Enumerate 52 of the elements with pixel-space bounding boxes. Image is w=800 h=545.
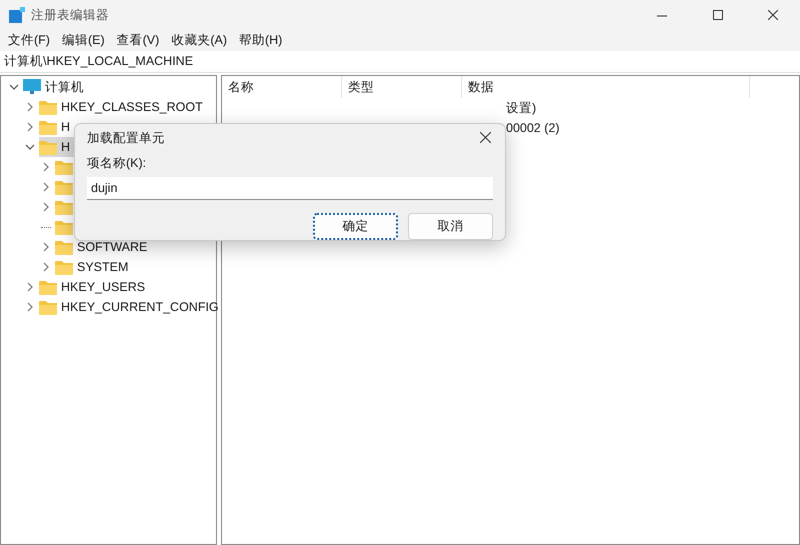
field-label: 项名称(K):: [87, 154, 148, 172]
value-data: 00002 (2): [506, 120, 560, 137]
tree-item-label: HKEY_CLASSES_ROOT: [61, 98, 203, 116]
dialog-title: 加载配置单元: [87, 130, 165, 147]
tree-item[interactable]: HKEY_CURRENT_CONFIG: [39, 297, 223, 317]
tree-item[interactable]: SYSTEM: [55, 257, 132, 277]
tree-item-label: HKEY_USERS: [61, 278, 146, 296]
computer-icon: [23, 79, 41, 95]
folder-icon: [55, 260, 73, 274]
chevron-down-icon[interactable]: [9, 82, 19, 92]
dialog-button[interactable]: 确定: [313, 213, 398, 240]
dialog-button[interactable]: 取消: [408, 213, 493, 240]
tree-item[interactable]: HKEY_USERS: [39, 277, 150, 297]
app-icon: [9, 7, 25, 23]
address-bar[interactable]: 计算机\HKEY_LOCAL_MACHINE: [0, 51, 800, 73]
tree-item[interactable]: SOFTWARE: [55, 237, 152, 257]
tree-item-label: SYSTEM: [77, 258, 128, 276]
maximize-icon[interactable]: [713, 10, 723, 20]
folder-icon: [55, 200, 73, 214]
menu-item[interactable]: 查看(V): [110, 31, 166, 50]
input-field[interactable]: dujin: [87, 176, 493, 200]
menu-item[interactable]: 收藏夹(A): [165, 31, 233, 50]
folder-icon: [55, 220, 73, 234]
tree-item-label: H: [61, 138, 70, 156]
tree-item-label: HKEY_CURRENT_CONFIG: [61, 298, 219, 316]
tree-line: [41, 226, 51, 228]
column-header[interactable]: 名称: [222, 76, 342, 98]
folder-icon: [39, 120, 57, 134]
tree-item-label: H: [61, 118, 70, 136]
column-header[interactable]: 数据: [462, 76, 750, 98]
folder-icon: [55, 180, 73, 194]
folder-icon: [39, 280, 57, 294]
folder-icon: [39, 100, 57, 114]
tree-item[interactable]: HKEY_CLASSES_ROOT: [39, 97, 207, 117]
tree-item-label: 计算机: [45, 78, 84, 96]
menu-item[interactable]: 帮助(H): [232, 31, 288, 50]
window-title: 注册表编辑器: [31, 6, 109, 24]
folder-icon: [39, 300, 57, 314]
close-icon[interactable]: [768, 10, 778, 20]
close-icon[interactable]: [480, 132, 491, 144]
column-header[interactable]: 类型: [342, 76, 462, 98]
menu-item[interactable]: 文件(F): [2, 31, 56, 50]
folder-icon: [39, 140, 57, 154]
tree-item[interactable]: H: [39, 117, 74, 137]
menu-item[interactable]: 编辑(E): [56, 31, 111, 50]
value-data: 设置): [506, 100, 536, 117]
tree-item[interactable]: H: [39, 137, 74, 157]
folder-icon: [55, 240, 73, 254]
tree-item[interactable]: 计算机: [23, 77, 88, 97]
tree-item-label: SOFTWARE: [77, 238, 148, 256]
chevron-down-icon[interactable]: [25, 142, 35, 152]
folder-icon: [55, 160, 73, 174]
